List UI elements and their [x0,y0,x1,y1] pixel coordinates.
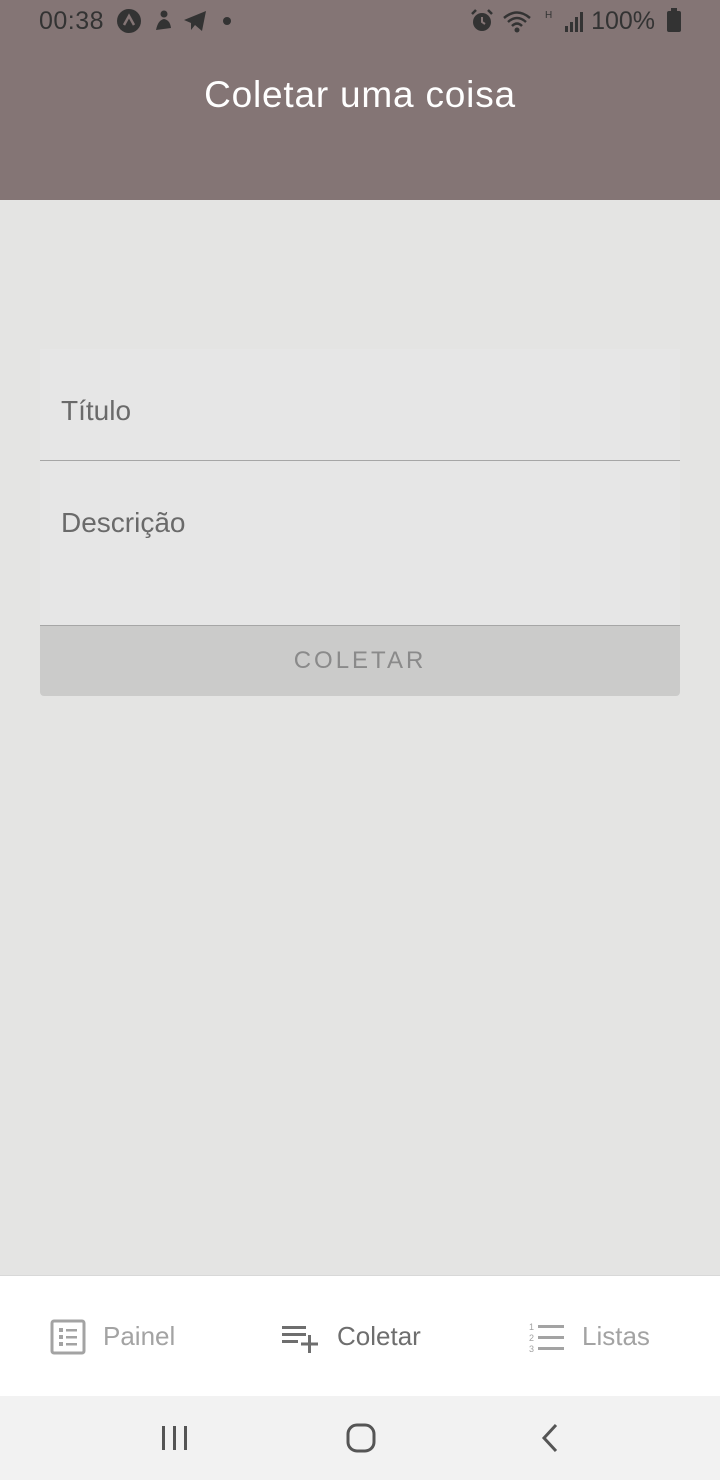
collect-button[interactable]: COLETAR [40,626,680,696]
telegram-icon [184,11,206,31]
recent-apps-icon[interactable] [155,1418,195,1458]
playlist-add-icon [282,1325,318,1353]
numbered-list-icon: 1 2 3 [529,1322,564,1354]
tab-painel-label: Painel [103,1321,176,1351]
tab-listas[interactable]: 1 2 3 Listas [529,1276,650,1397]
svg-text:3: 3 [529,1344,534,1354]
battery-icon [667,8,681,32]
battery-percentage: 100% [591,7,682,36]
app-header: 00:38 H 100% Coletar uma coisa [0,0,720,200]
svg-text:1: 1 [529,1322,534,1332]
bottom-tab-bar: Painel Coletar 1 2 3 Listas [0,1275,720,1396]
person-icon [156,10,171,30]
back-icon[interactable] [530,1418,570,1458]
description-placeholder: Descrição [61,507,186,538]
home-icon[interactable] [341,1418,381,1458]
title-field[interactable]: Título [40,349,680,461]
signal-icon: H [545,10,583,32]
dot-icon [223,17,231,25]
title-placeholder: Título [61,395,132,426]
collect-form: Título Descrição COLETAR [40,349,680,696]
alarm-icon [471,9,493,31]
system-nav-bar [0,1396,720,1480]
dashboard-icon [50,1319,86,1354]
svg-text:H: H [545,10,552,21]
status-time: 00:38 [39,7,105,35]
tab-coletar-label: Coletar [337,1321,421,1351]
status-bar: 00:38 H 100% [0,0,720,44]
tab-listas-label: Listas [582,1321,650,1351]
page-title: Coletar uma coisa [204,74,516,115]
svg-text:2: 2 [529,1333,534,1343]
tab-coletar[interactable]: Coletar [282,1276,421,1397]
tab-painel[interactable]: Painel [50,1276,175,1397]
wifi-icon [503,11,531,33]
description-field[interactable]: Descrição [40,461,680,626]
app-a-icon [117,9,141,33]
